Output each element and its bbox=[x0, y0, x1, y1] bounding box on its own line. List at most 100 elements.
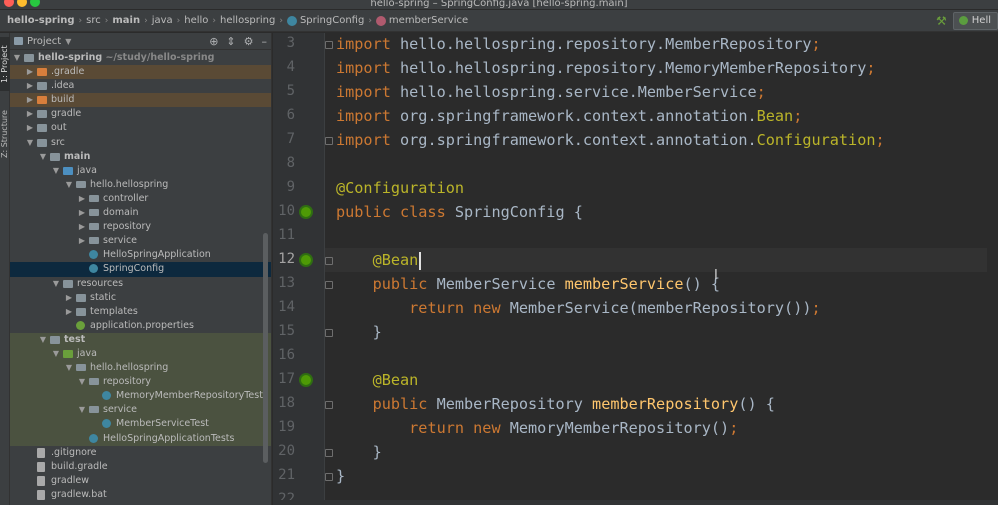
tree-item[interactable]: ▶ build bbox=[10, 93, 271, 108]
tree-item[interactable]: ▶ out bbox=[10, 121, 271, 135]
fold-marker-icon[interactable] bbox=[325, 449, 333, 457]
tree-item[interactable]: ▼ test bbox=[10, 332, 271, 347]
breadcrumb-memberservice[interactable]: memberService bbox=[373, 15, 471, 26]
tree-item[interactable]: ▼ java bbox=[10, 164, 271, 178]
hide-panel-icon[interactable]: – bbox=[262, 35, 268, 48]
tree-item[interactable]: ▶ controller bbox=[10, 192, 271, 206]
code-line[interactable]: @Bean bbox=[325, 248, 987, 272]
tree-item[interactable]: ▼ hello.hellospring bbox=[10, 178, 271, 192]
tree-item[interactable]: ▼ hello-spring ~/study/hello-spring bbox=[10, 51, 271, 65]
code-line[interactable]: public class SpringConfig { bbox=[336, 200, 583, 224]
code-line[interactable]: @Configuration bbox=[336, 176, 464, 200]
code-line[interactable]: import hello.hellospring.repository.Memo… bbox=[336, 56, 876, 80]
editor-horizontal-scrollbar[interactable] bbox=[273, 500, 998, 505]
tree-item[interactable]: build.gradle bbox=[10, 460, 271, 474]
chevron-down-icon[interactable]: ▼ bbox=[38, 333, 48, 347]
tree-item[interactable]: ▶ static bbox=[10, 291, 271, 305]
chevron-right-icon[interactable]: ▶ bbox=[64, 305, 74, 319]
chevron-right-icon[interactable]: ▶ bbox=[64, 291, 74, 305]
chevron-right-icon[interactable]: ▶ bbox=[77, 206, 87, 220]
code-line[interactable]: @Bean bbox=[336, 368, 419, 392]
tree-item[interactable]: ▼ java bbox=[10, 346, 271, 362]
code-line[interactable]: public MemberService memberService() { bbox=[336, 272, 720, 296]
tree-item[interactable]: ▶ service bbox=[10, 234, 271, 248]
spring-bean-gutter-icon[interactable] bbox=[299, 205, 313, 219]
chevron-right-icon[interactable]: ▶ bbox=[25, 107, 35, 121]
chevron-right-icon[interactable]: ▶ bbox=[25, 65, 35, 79]
chevron-right-icon[interactable]: ▶ bbox=[77, 192, 87, 206]
code-line[interactable]: return new MemoryMemberRepository(); bbox=[336, 416, 738, 440]
fold-marker-icon[interactable] bbox=[325, 257, 333, 265]
chevron-right-icon[interactable]: ▶ bbox=[25, 93, 35, 107]
chevron-right-icon[interactable]: ▶ bbox=[77, 220, 87, 234]
chevron-down-icon[interactable]: ▼ bbox=[77, 375, 87, 389]
chevron-down-icon[interactable]: ▼ bbox=[64, 178, 74, 192]
tree-item[interactable]: ▶ .gradle bbox=[10, 65, 271, 80]
chevron-down-icon[interactable]: ▼ bbox=[38, 150, 48, 164]
tree-item[interactable]: ▼ resources bbox=[10, 277, 271, 291]
spring-bean-gutter-icon[interactable] bbox=[299, 253, 313, 267]
tree-item[interactable]: MemberServiceTest bbox=[10, 417, 271, 432]
chevron-right-icon[interactable]: ▶ bbox=[25, 79, 35, 93]
breadcrumb-main[interactable]: main bbox=[109, 15, 143, 26]
spring-bean-gutter-icon[interactable] bbox=[299, 373, 313, 387]
tree-item[interactable]: ▼ hello.hellospring bbox=[10, 361, 271, 376]
code-line[interactable]: } bbox=[336, 320, 382, 344]
locate-file-icon[interactable]: ⊕ bbox=[209, 35, 218, 48]
collapse-all-icon[interactable]: ⇕ bbox=[226, 35, 235, 48]
code-line[interactable]: public MemberRepository memberRepository… bbox=[336, 392, 775, 416]
tree-item[interactable]: HelloSpringApplicationTests bbox=[10, 431, 271, 446]
tree-item[interactable]: ▶ .idea bbox=[10, 79, 271, 93]
code-line[interactable]: return new MemberService(memberRepositor… bbox=[336, 296, 821, 320]
tree-item[interactable]: ▶ templates bbox=[10, 305, 271, 319]
tree-item[interactable]: ▶ repository bbox=[10, 220, 271, 234]
code-line[interactable]: import hello.hellospring.repository.Memb… bbox=[336, 33, 821, 56]
structure-tool-tab[interactable]: Z: Structure bbox=[0, 103, 10, 165]
chevron-right-icon[interactable]: ▶ bbox=[25, 121, 35, 135]
breadcrumb-springconfig[interactable]: SpringConfig bbox=[284, 15, 367, 26]
build-hammer-icon[interactable]: ⚒ bbox=[936, 14, 947, 28]
code-editor[interactable]: 3 4 5 6 7 8 9 10 11 12 13 14 15 16 17 18 19 20 21 22 import… bbox=[273, 33, 998, 505]
breadcrumb-project[interactable]: hello-spring bbox=[4, 15, 78, 26]
breadcrumb-hello[interactable]: hello bbox=[181, 15, 211, 26]
fold-marker-icon[interactable] bbox=[325, 401, 333, 409]
chevron-down-icon[interactable]: ▼ bbox=[12, 51, 22, 65]
fold-marker-icon[interactable] bbox=[325, 329, 333, 337]
tree-item[interactable]: .gitignore bbox=[10, 446, 271, 460]
fold-marker-icon[interactable] bbox=[325, 281, 333, 289]
project-tree-scrollbar[interactable] bbox=[263, 233, 268, 463]
code-line[interactable]: import hello.hellospring.service.MemberS… bbox=[336, 80, 766, 104]
gear-icon[interactable]: ⚙ bbox=[244, 35, 254, 48]
chevron-down-icon[interactable]: ▼ bbox=[64, 361, 74, 375]
tree-item[interactable]: ▶ gradle bbox=[10, 107, 271, 121]
chevron-right-icon[interactable]: ▶ bbox=[77, 234, 87, 248]
chevron-down-icon[interactable]: ▼ bbox=[51, 277, 61, 291]
code-line[interactable]: } bbox=[336, 464, 345, 488]
code-line[interactable]: import org.springframework.context.annot… bbox=[336, 128, 885, 152]
fold-marker-icon[interactable] bbox=[325, 473, 333, 481]
tree-item[interactable]: gradlew bbox=[10, 474, 271, 488]
code-line[interactable]: import org.springframework.context.annot… bbox=[336, 104, 802, 128]
project-tool-tab[interactable]: 1: Project bbox=[0, 37, 10, 91]
tree-item[interactable]: HelloSpringApplication bbox=[10, 248, 271, 262]
tree-item[interactable]: MemoryMemberRepositoryTest bbox=[10, 389, 271, 404]
chevron-down-icon[interactable]: ▼ bbox=[77, 403, 87, 417]
fold-marker-icon[interactable] bbox=[325, 41, 333, 49]
tree-item[interactable]: ▼ repository bbox=[10, 375, 271, 390]
breadcrumb-java[interactable]: java bbox=[149, 15, 176, 26]
chevron-down-icon[interactable]: ▼ bbox=[51, 164, 61, 178]
tree-item[interactable]: ▼ service bbox=[10, 403, 271, 418]
tree-item[interactable]: ▼ src bbox=[10, 136, 271, 150]
run-configuration-selector[interactable]: Hell bbox=[952, 12, 998, 30]
code-line[interactable]: } bbox=[336, 440, 382, 464]
project-view-selector[interactable]: Project bbox=[27, 36, 61, 47]
chevron-down-icon[interactable]: ▼ bbox=[25, 136, 35, 150]
breadcrumb-src[interactable]: src bbox=[83, 15, 104, 26]
chevron-down-icon[interactable]: ▼ bbox=[65, 37, 71, 46]
chevron-down-icon[interactable]: ▼ bbox=[51, 347, 61, 361]
breadcrumb-hellospring[interactable]: hellospring bbox=[217, 15, 278, 26]
tree-item[interactable]: application.properties bbox=[10, 319, 271, 333]
tree-item[interactable]: ▼ main bbox=[10, 150, 271, 164]
tree-item[interactable]: SpringConfig bbox=[10, 262, 271, 277]
tree-item[interactable]: gradlew.bat bbox=[10, 488, 271, 502]
